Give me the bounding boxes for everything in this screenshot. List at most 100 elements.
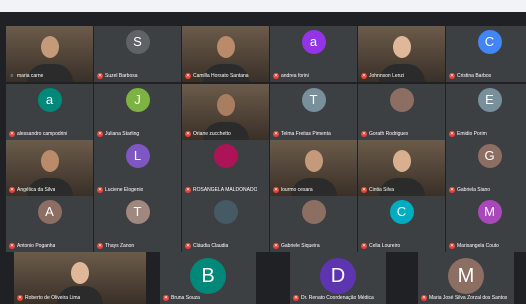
- participant-tile[interactable]: ✕ ROSANGELA MALDONADO: [182, 140, 269, 196]
- participant-name: Dr. Renato Coordenação Médica: [301, 295, 374, 301]
- participant-avatar: B: [190, 258, 226, 294]
- participant-name: Bruna Souza: [171, 295, 200, 301]
- participant-tile[interactable]: a ✕ alessandro campodrini: [6, 84, 93, 140]
- participant-name-row: ✕ Antonio Poganha: [9, 242, 91, 250]
- participant-tile[interactable]: ✕ lourmo cesara: [270, 140, 357, 196]
- participant-tile[interactable]: ✕ Cláudia Claudia: [182, 196, 269, 252]
- participant-name-row: ✕ Celia Loureiro: [361, 242, 443, 250]
- participant-name: Angélica da Silva: [17, 187, 56, 193]
- mic-muted-icon: ✕: [421, 295, 427, 301]
- participant-avatar: A: [37, 200, 62, 224]
- participant-name-row: ≡ maria carne: [9, 72, 91, 80]
- participant-name-row: ✕ Gorath Rodrigues: [361, 130, 443, 138]
- mic-muted-icon: ✕: [9, 187, 15, 193]
- participant-face: [392, 36, 411, 58]
- participant-tile[interactable]: ✕ Camilla Horsato Santana: [182, 26, 269, 82]
- participant-name: andrea forini: [281, 73, 309, 79]
- participant-name-row: ✕ lourmo cesara: [273, 186, 355, 194]
- participant-name-row: ✕ Juliana Starling: [97, 130, 179, 138]
- participant-avatar: a: [37, 88, 62, 112]
- participant-name-row: ✕ Luciene Elogenio: [97, 186, 179, 194]
- participant-name-row: ✕ alessandro campodrini: [9, 130, 91, 138]
- participant-face: [40, 150, 59, 172]
- participant-tile[interactable]: D ✕ Dr. Renato Coordenação Médica: [290, 252, 386, 304]
- participant-avatar: M: [477, 200, 502, 224]
- participant-avatar: T: [301, 88, 326, 112]
- mic-muted-icon: ✕: [185, 73, 191, 79]
- participant-tile[interactable]: C ✕ Celia Loureiro: [358, 196, 445, 252]
- participant-name-row: ✕ Marisangela Couto: [449, 242, 526, 250]
- participant-avatar: D: [320, 258, 356, 294]
- participant-name-row: ✕ Oriane zucchetto: [185, 130, 267, 138]
- participant-tile[interactable]: M ✕ Marisangela Couto: [446, 196, 526, 252]
- participant-name-row: ✕ Suzel Barbosa: [97, 72, 179, 80]
- participant-tile[interactable]: J ✕ Juliana Starling: [94, 84, 181, 140]
- mic-muted-icon: ✕: [97, 73, 103, 79]
- participant-name: Emidio Porim: [457, 131, 487, 137]
- participant-tile[interactable]: C ✕ Cristina Barbos: [446, 26, 526, 82]
- participant-face: [216, 36, 235, 58]
- mic-muted-icon: ✕: [163, 295, 169, 301]
- participant-name: ROSANGELA MALDONADO: [193, 187, 258, 193]
- participant-face: [304, 150, 323, 172]
- participant-tile[interactable]: ✕ Cintia Silva: [358, 140, 445, 196]
- participant-tile[interactable]: A ✕ Antonio Poganha: [6, 196, 93, 252]
- participant-name: Thays Zanon: [105, 243, 135, 249]
- mic-muted-icon: ✕: [185, 243, 191, 249]
- participant-name: alessandro campodrini: [17, 131, 68, 137]
- participant-tile[interactable]: ✕ Johnnson Lenzi: [358, 26, 445, 82]
- participant-avatar: G: [477, 144, 502, 168]
- participant-name-row: ✕ Gabriela Siano: [449, 186, 526, 194]
- participant-tile[interactable]: a ✕ andrea forini: [270, 26, 357, 82]
- participant-name: maria carne: [17, 73, 44, 79]
- mic-muted-icon: ✕: [449, 243, 455, 249]
- participant-tile[interactable]: ≡ maria carne: [6, 26, 93, 82]
- participant-name-row: ✕ Thays Zanon: [97, 242, 179, 250]
- participant-name-row: ✕ Bruna Souza: [163, 294, 254, 302]
- participant-avatar: [301, 200, 326, 224]
- participant-avatar: C: [389, 200, 414, 224]
- participant-tile[interactable]: ✕ Gorath Rodrigues: [358, 84, 445, 140]
- participant-name-row: ✕ ROSANGELA MALDONADO: [185, 186, 267, 194]
- participant-name-row: ✕ Roberto de Oliveira Lima: [17, 294, 144, 302]
- participant-name: Cintia Silva: [369, 187, 395, 193]
- participant-tile[interactable]: G ✕ Gabriela Siano: [446, 140, 526, 196]
- mic-muted-icon: ✕: [361, 73, 367, 79]
- participant-name-row: ✕ Angélica da Silva: [9, 186, 91, 194]
- participant-name-row: ✕ Cristina Barbos: [449, 72, 526, 80]
- participant-name: Gabriela Siano: [457, 187, 491, 193]
- participant-tile[interactable]: L ✕ Luciene Elogenio: [94, 140, 181, 196]
- mic-muted-icon: ✕: [273, 243, 279, 249]
- participant-tile[interactable]: ✕ Oriane zucchetto: [182, 84, 269, 140]
- participant-name: Luciene Elogenio: [105, 187, 144, 193]
- participant-avatar: [213, 144, 238, 168]
- mic-muted-icon: ✕: [185, 131, 191, 137]
- mic-on-icon: ≡: [10, 73, 14, 79]
- participant-tile[interactable]: ✕ Angélica da Silva: [6, 140, 93, 196]
- participant-tile[interactable]: T ✕ Telma Freitas Pimenta: [270, 84, 357, 140]
- participant-tile[interactable]: B ✕ Bruna Souza: [160, 252, 256, 304]
- participant-name-row: ✕ Camilla Horsato Santana: [185, 72, 267, 80]
- participant-tile[interactable]: T ✕ Thays Zanon: [94, 196, 181, 252]
- participant-name: Juliana Starling: [105, 131, 140, 137]
- mic-muted-icon: ✕: [273, 131, 279, 137]
- participant-tile[interactable]: E ✕ Emidio Porim: [446, 84, 526, 140]
- participant-name: Antonio Poganha: [17, 243, 56, 249]
- mic-muted-icon: ✕: [361, 131, 367, 137]
- participant-name: Gabriele Siqueira: [281, 243, 320, 249]
- participant-face: [71, 262, 89, 284]
- participant-tile[interactable]: ✕ Roberto de Oliveira Lima: [14, 252, 146, 304]
- participant-tile[interactable]: ✕ Gabriele Siqueira: [270, 196, 357, 252]
- participant-tile[interactable]: M ✕ Maria José Silva Zorzal dos Santos: [418, 252, 514, 304]
- mic-muted-icon: ✕: [273, 187, 279, 193]
- participant-name-row: ✕ Gabriele Siqueira: [273, 242, 355, 250]
- participant-tile[interactable]: S ✕ Suzel Barbosa: [94, 26, 181, 82]
- mic-muted-icon: ✕: [9, 243, 15, 249]
- participant-name: Telma Freitas Pimenta: [281, 131, 331, 137]
- participant-name: Maria José Silva Zorzal dos Santos: [429, 295, 508, 301]
- participant-name-row: ✕ Cláudia Claudia: [185, 242, 267, 250]
- participant-avatar: a: [301, 30, 326, 54]
- participant-name: Marisangela Couto: [457, 243, 499, 249]
- participant-avatar: E: [477, 88, 502, 112]
- participant-name-row: ✕ Cintia Silva: [361, 186, 443, 194]
